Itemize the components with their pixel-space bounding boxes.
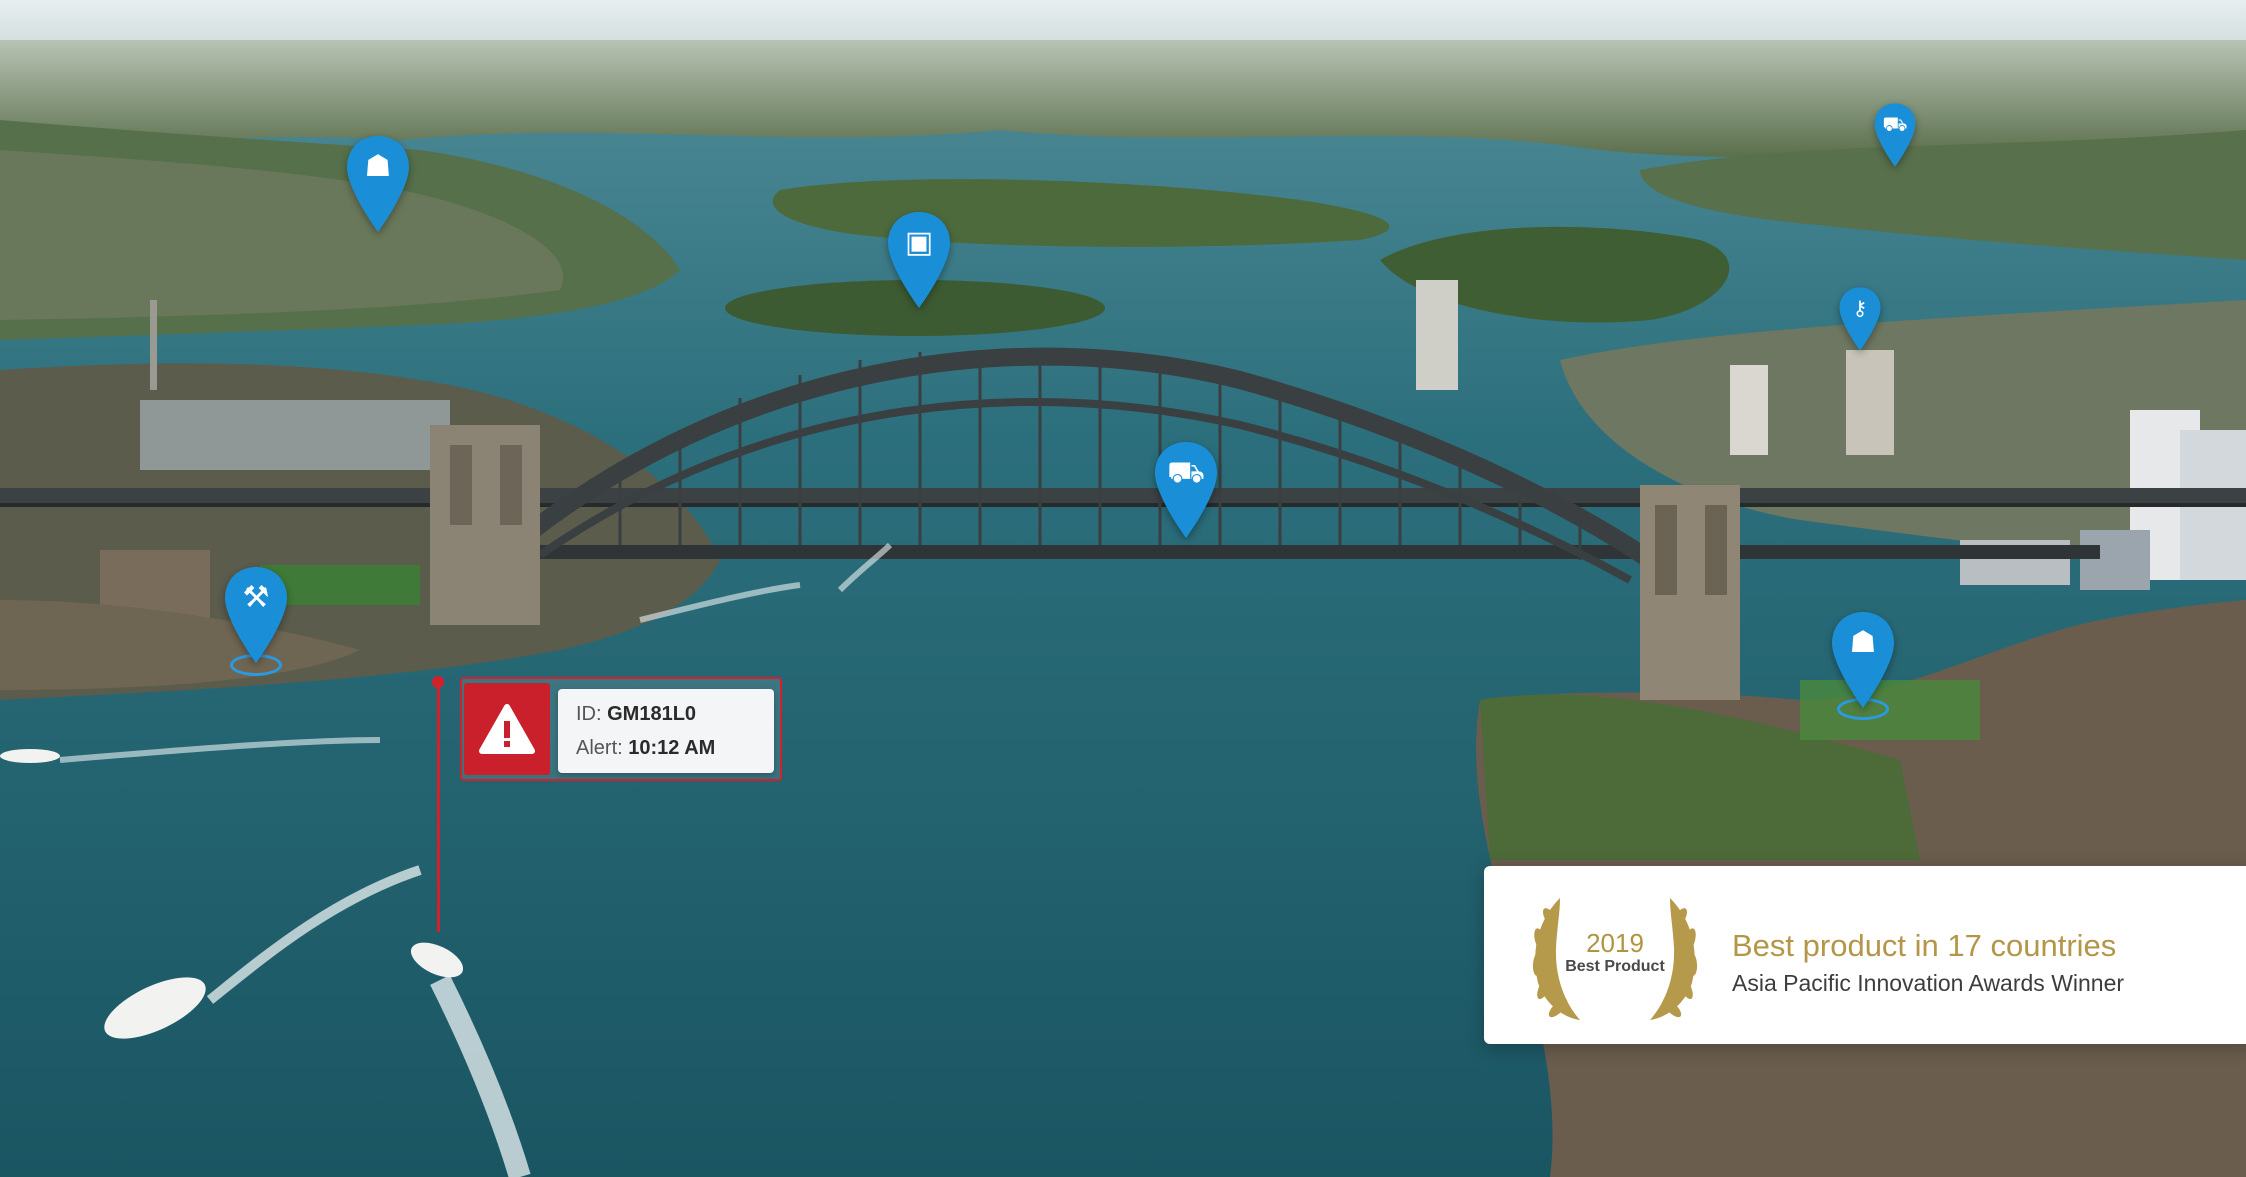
tools-icon: ⚒ — [242, 580, 270, 615]
alert-callout[interactable]: ID: GM181L0 Alert: 10:12 AM — [460, 677, 782, 781]
warning-triangle-icon — [479, 704, 535, 754]
award-subline: Asia Pacific Innovation Awards Winner — [1732, 970, 2125, 996]
worker-pin[interactable]: ☗ — [345, 134, 411, 234]
alert-connector-line — [437, 680, 440, 932]
alert-time-row: Alert: 10:12 AM — [576, 737, 715, 760]
alert-time-label: Alert: — [576, 737, 623, 759]
tools-pin[interactable]: ⚒ — [223, 565, 289, 665]
alert-id-label: ID: — [576, 703, 602, 725]
truck-pin[interactable]: ⛟ — [1153, 440, 1219, 540]
truck-icon: ⛟ — [1167, 455, 1205, 490]
alert-icon-box — [464, 683, 550, 775]
alert-time-value: 10:12 AM — [628, 737, 716, 759]
award-headline: Best product in 17 countries — [1732, 928, 2117, 963]
alert-id-row: ID: GM181L0 — [576, 703, 696, 726]
key-icon: ⚷ — [1852, 296, 1868, 320]
alert-id-value: GM181L0 — [607, 703, 697, 725]
car-icon: ⛟ — [1882, 112, 1908, 136]
worker-icon: ☗ — [364, 149, 392, 184]
briefcase-icon: ▣ — [904, 225, 934, 260]
briefcase-pin[interactable]: ▣ — [886, 210, 952, 310]
award-card: 2019 Best Product Best product in 17 cou… — [1484, 866, 2246, 1044]
alert-details: ID: GM181L0 Alert: 10:12 AM — [558, 689, 774, 773]
key-pin[interactable]: ⚷ — [1838, 286, 1882, 352]
award-year: 2019 — [1586, 928, 1644, 958]
car-pin[interactable]: ⛟ — [1873, 102, 1917, 168]
worker-icon: ☗ — [1849, 625, 1877, 660]
award-badge-label: Best Product — [1565, 958, 1665, 975]
worker-pin-2[interactable]: ☗ — [1830, 610, 1896, 710]
